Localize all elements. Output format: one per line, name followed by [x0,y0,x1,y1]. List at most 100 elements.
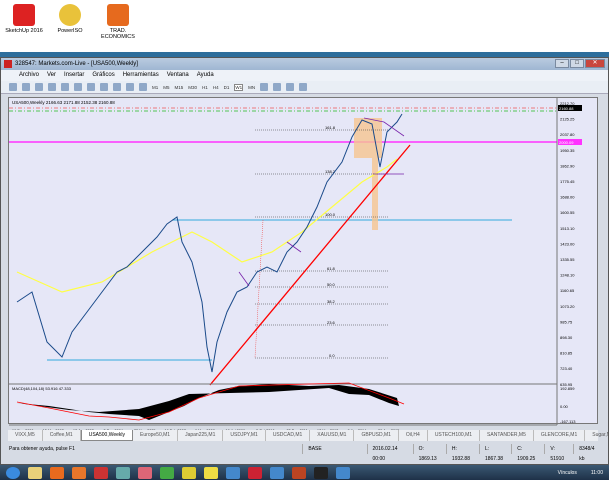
macd-label: MACD(48,104,18) 53.916 47.333 [12,386,72,391]
maximize-button[interactable]: □ [570,59,584,68]
fib-label: 61.8 [327,266,336,271]
tab-coffee-m1[interactable]: Coffee,M1 [43,430,81,441]
zoom-in-icon[interactable] [126,83,134,91]
cursor-icon[interactable] [260,83,269,91]
tab-oil-h4[interactable]: Oil,H4 [399,430,428,441]
taskbar-app-icon[interactable] [160,466,174,479]
chart-area[interactable]: USA500,Weekly 2166.63 2171.88 2152.38 21… [8,97,598,433]
menu-insertar[interactable]: Insertar [64,70,84,81]
tab-xauusd-m1[interactable]: XAUUSD,M1 [310,430,355,441]
desktop-icon-sketchup[interactable]: SketchUp 2016 [2,4,46,34]
profiles-icon[interactable] [22,83,30,91]
fib-label: 23.6 [327,320,336,325]
metatrader-window: 328547: Markets.com-Live - [USA500,Weekl… [0,57,609,465]
price-axis-label: 723.40 [560,366,573,371]
tester-icon[interactable] [74,83,82,91]
tab-europe50-m1[interactable]: Europe50,M1 [133,430,179,441]
price-axis-label: 898.30 [560,335,573,340]
status-high: H: 1932.88 [445,444,479,462]
status-traffic: 8348/4 kb [573,444,604,462]
price-axis-label: 1248.10 [560,273,575,278]
menu-archivo[interactable]: Archivo [19,70,39,81]
tf-w1[interactable]: W1 [234,83,244,91]
tab-santander-m5[interactable]: SANTANDER,M5 [480,430,534,441]
start-button[interactable] [6,466,20,479]
tab-ustech100-m1[interactable]: USTECH100,M1 [428,430,481,441]
menu-ventana[interactable]: Ventana [167,70,189,81]
taskbar-metatrader-icon[interactable] [270,466,284,479]
menu-ver[interactable]: Ver [47,70,56,81]
taskbar-metatrader-icon[interactable] [336,466,350,479]
taskbar-app-icon[interactable] [292,466,306,479]
price-axis-label: 2125.25 [560,117,575,122]
candle-chart-icon[interactable] [100,83,108,91]
menu-graficos[interactable]: Gráficos [92,70,114,81]
price-axis-label: 810.85 [560,351,573,356]
status-volume: V: 51910 [544,444,573,462]
desktop-icon-poweriso[interactable]: PowerISO [48,4,92,34]
status-profile: BASE [302,444,366,454]
price-axis-label: 1513.10 [560,226,575,231]
tab-usa500-weekly[interactable]: USA500,Weekly [80,430,134,441]
price-axis-label: 1160.65 [560,288,575,293]
taskbar-explorer-icon[interactable] [28,466,42,479]
crosshair-icon[interactable] [273,83,282,91]
tf-m5[interactable]: M5 [163,85,169,90]
tf-m30[interactable]: M30 [188,85,197,90]
taskbar-app-icon[interactable] [248,466,262,479]
macd-axis-label: -167.113 [560,419,576,424]
taskbar-media-icon[interactable] [50,466,64,479]
menu-bar: Archivo Ver Insertar Gráficos Herramient… [1,70,608,81]
text-icon[interactable] [299,83,308,91]
chart-header: USA500,Weekly 2166.63 2171.88 2152.38 21… [12,100,115,105]
terminal-icon[interactable] [61,83,69,91]
taskbar-metatrader-icon[interactable] [226,466,240,479]
price-axis-label: 1073.20 [560,304,575,309]
trendline-icon[interactable] [286,83,295,91]
tab-sugar-m1[interactable]: Sugar,M1 [585,430,609,441]
navigator-icon[interactable] [48,83,56,91]
taskbar-app-icon[interactable] [204,466,218,479]
line-chart-icon[interactable] [113,83,121,91]
chart-tabs: VIXX,M5 Coffee,M1 USA500,Weekly Europe50,M1… [8,430,609,441]
toolbar: M1 M5 M15 M30 H1 H4 D1 W1 MN [1,81,608,94]
tab-usdjpy-m1[interactable]: USDJPY,M1 [223,430,266,441]
app-logo-icon [4,60,12,68]
menu-ayuda[interactable]: Ayuda [197,70,214,81]
minimize-button[interactable]: – [555,59,569,68]
status-close: C: 1909.25 [511,444,544,462]
tab-glencore-m1[interactable]: GLENCORE,M1 [534,430,586,441]
tf-m15[interactable]: M15 [175,85,184,90]
taskbar-app-icon[interactable] [94,466,108,479]
links-toolbar[interactable]: Vínculos [558,470,577,476]
taskbar-xm-icon[interactable] [314,466,328,479]
status-low: L: 1867.38 [478,444,511,462]
tf-h4[interactable]: H4 [213,85,219,90]
tf-d1[interactable]: D1 [224,85,230,90]
price-axis-label: 1600.55 [560,210,575,215]
taskbar-firefox-icon[interactable] [72,466,86,479]
close-button[interactable]: ✕ [585,59,605,68]
clock[interactable]: 11:00 [591,470,603,476]
fibonacci-levels[interactable] [255,129,389,359]
zoom-out-icon[interactable] [139,83,147,91]
fib-label: 50.0 [327,282,336,287]
taskbar-app-icon[interactable] [182,466,196,479]
taskbar-app-icon[interactable] [138,466,152,479]
desktop-icon-trad-economics[interactable]: TRAD. ECONOMICS [96,4,140,40]
tf-mn[interactable]: MN [248,85,255,90]
tab-usdcad-m1[interactable]: USDCAD,M1 [266,430,311,441]
tf-m1[interactable]: M1 [152,85,158,90]
price-axis-label: 1423.00 [560,241,575,246]
tab-vixx-m5[interactable]: VIXX,M5 [8,430,43,441]
tf-h1[interactable]: H1 [202,85,208,90]
fib-label: 161.8 [325,125,336,130]
trend-line[interactable] [209,144,411,386]
menu-herramientas[interactable]: Herramientas [123,70,159,81]
tab-gbpusd-m1[interactable]: GBPUSD,M1 [354,430,399,441]
bar-chart-icon[interactable] [87,83,95,91]
tab-japan225-m1[interactable]: Japan225,M1 [178,430,224,441]
new-chart-icon[interactable] [9,83,17,91]
taskbar-app-icon[interactable] [116,466,130,479]
market-watch-icon[interactable] [35,83,43,91]
